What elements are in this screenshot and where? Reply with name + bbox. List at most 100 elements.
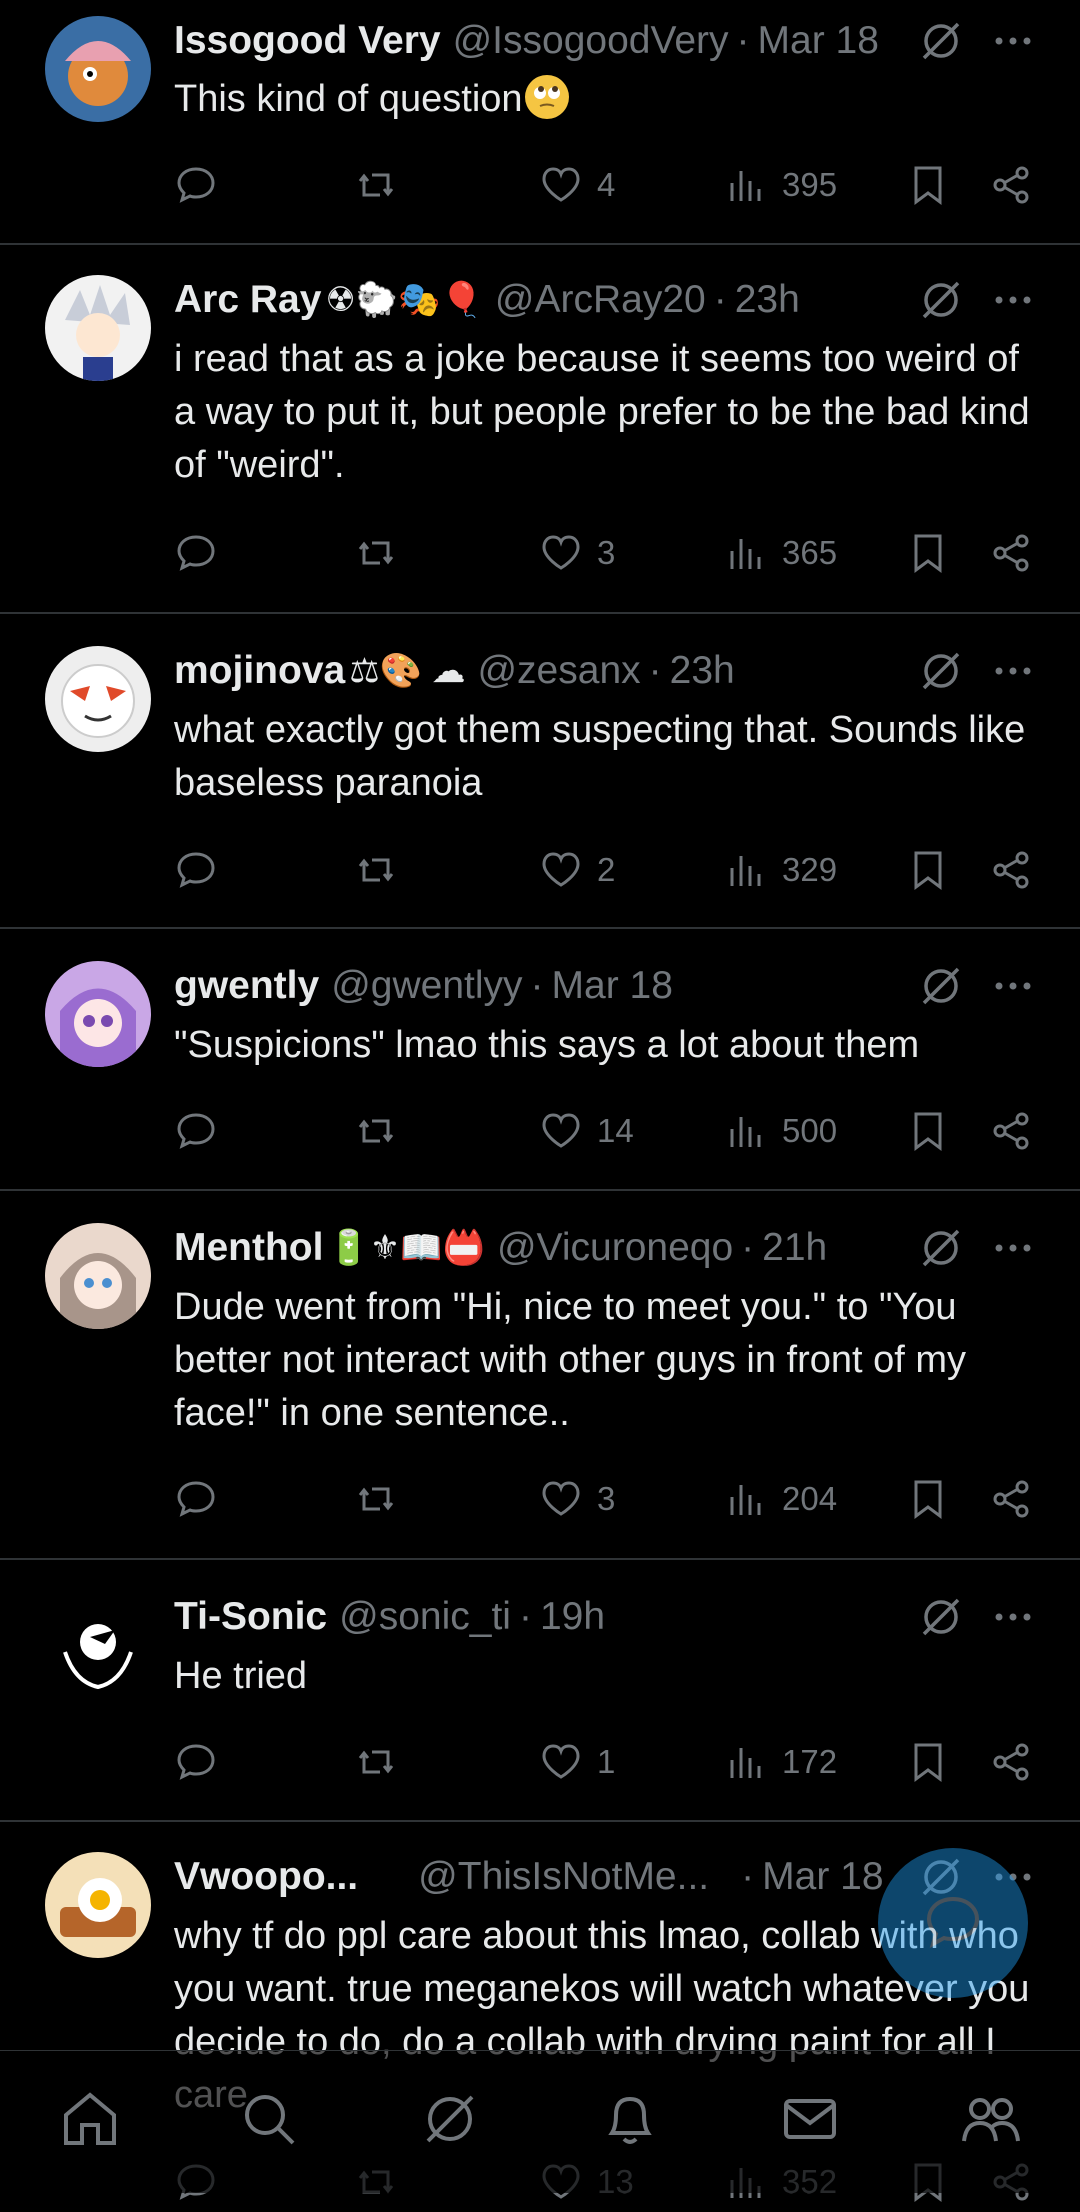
display-name[interactable]: Arc Ray: [174, 278, 321, 322]
handle[interactable]: @zesanx: [477, 649, 640, 693]
views-button[interactable]: 329: [724, 840, 837, 900]
like-button[interactable]: 3: [539, 1469, 615, 1529]
more-icon[interactable]: [990, 648, 1036, 694]
share-button[interactable]: [989, 840, 1047, 900]
bookmark-button[interactable]: [906, 1732, 964, 1792]
repost-button[interactable]: [354, 155, 412, 215]
timestamp[interactable]: 21h: [762, 1226, 827, 1270]
like-button[interactable]: 1: [539, 1732, 615, 1792]
reply-icon: [177, 852, 215, 888]
display-name[interactable]: Issogood Very: [174, 19, 441, 63]
tweet-text: what exactly got them suspecting that. S…: [174, 709, 1026, 804]
tweet-actions: 3 204: [174, 1469, 1044, 1529]
grok-icon[interactable]: [918, 277, 964, 323]
reply-button[interactable]: [174, 1101, 232, 1161]
tweet[interactable]: Arc Ray ☢🐑🎭🎈 @ArcRay20 · 23h i read that…: [0, 245, 1080, 613]
bookmark-button[interactable]: [906, 1469, 964, 1529]
tweet[interactable]: gwently @gwentlyy · Mar 18 "Suspicions" …: [0, 929, 1080, 1189]
avatar[interactable]: [45, 1592, 151, 1698]
avatar[interactable]: [45, 961, 151, 1067]
tweet[interactable]: Menthol 🔋⚜📖📛 @Vicuroneqo · 21h Dude went…: [0, 1191, 1080, 1558]
repost-button[interactable]: [354, 1101, 412, 1161]
reply-button[interactable]: [174, 1732, 232, 1792]
handle[interactable]: @sonic_ti: [339, 1595, 511, 1639]
reply-button[interactable]: [174, 1469, 232, 1529]
tweet[interactable]: Ti-Sonic @sonic_ti · 19h He tried 1 172: [0, 1560, 1080, 1820]
share-button[interactable]: [989, 523, 1047, 583]
like-icon: [542, 852, 580, 887]
like-button[interactable]: 3: [539, 523, 615, 583]
more-icon[interactable]: [990, 963, 1036, 1009]
grok-icon[interactable]: [918, 648, 964, 694]
like-count: 14: [597, 1112, 634, 1149]
compose-reply-button[interactable]: [878, 1848, 1028, 1998]
avatar[interactable]: [45, 1852, 151, 1958]
views-button[interactable]: 365: [724, 523, 837, 583]
grok-icon[interactable]: [918, 1594, 964, 1640]
tweet[interactable]: mojinova ⚖🎨 ☁ @zesanx · 23h what exactly…: [0, 614, 1080, 927]
repost-button[interactable]: [354, 840, 412, 900]
bookmark-button[interactable]: [906, 523, 964, 583]
reply-icon: [926, 1896, 980, 1949]
avatar[interactable]: [45, 646, 151, 752]
display-name[interactable]: mojinova: [174, 649, 345, 693]
view-count: 365: [782, 534, 838, 571]
grok-icon[interactable]: [418, 2087, 482, 2151]
more-icon[interactable]: [990, 1225, 1036, 1271]
grok-icon[interactable]: [918, 18, 964, 64]
grok-icon[interactable]: [918, 1225, 964, 1271]
handle[interactable]: @gwentlyy: [331, 964, 522, 1008]
reply-button[interactable]: [174, 155, 232, 215]
bookmark-icon: [914, 534, 942, 573]
like-button[interactable]: 4: [539, 155, 615, 215]
repost-button[interactable]: [354, 1732, 412, 1792]
reply-button[interactable]: [174, 840, 232, 900]
repost-button[interactable]: [354, 1469, 412, 1529]
home-icon[interactable]: [58, 2087, 122, 2151]
repost-button[interactable]: [354, 523, 412, 583]
tweet[interactable]: Issogood Very @IssogoodVery · Mar 18 Thi…: [0, 0, 1080, 243]
display-name[interactable]: gwently: [174, 964, 319, 1008]
like-button[interactable]: 2: [539, 840, 615, 900]
handle[interactable]: @ArcRay20: [495, 278, 706, 322]
more-icon[interactable]: [990, 18, 1036, 64]
bookmark-button[interactable]: [906, 840, 964, 900]
display-name[interactable]: Menthol: [174, 1226, 323, 1270]
share-button[interactable]: [989, 1469, 1047, 1529]
grok-icon[interactable]: [918, 963, 964, 1009]
handle[interactable]: @IssogoodVery: [453, 19, 729, 63]
like-button[interactable]: 14: [539, 1101, 634, 1161]
timestamp[interactable]: Mar 18: [758, 19, 879, 63]
timestamp[interactable]: 19h: [540, 1595, 605, 1639]
share-button[interactable]: [989, 155, 1047, 215]
share-button[interactable]: [989, 1101, 1047, 1161]
timestamp[interactable]: Mar 18: [552, 964, 673, 1008]
display-name[interactable]: Ti-Sonic: [174, 1595, 327, 1639]
reply-button[interactable]: [174, 523, 232, 583]
handle[interactable]: @Vicuroneqo: [497, 1226, 733, 1270]
more-icon[interactable]: [990, 1594, 1036, 1640]
share-button[interactable]: [989, 1732, 1047, 1792]
timestamp[interactable]: 23h: [670, 649, 735, 693]
avatar[interactable]: [45, 275, 151, 381]
avatar[interactable]: [45, 1223, 151, 1329]
communities-icon[interactable]: [958, 2087, 1022, 2151]
views-button[interactable]: 500: [724, 1101, 837, 1161]
like-icon: [542, 1113, 580, 1148]
views-button[interactable]: 395: [724, 155, 837, 215]
search-icon[interactable]: [237, 2087, 301, 2151]
more-icon[interactable]: [990, 277, 1036, 323]
timestamp[interactable]: 23h: [735, 278, 800, 322]
timestamp[interactable]: Mar 18: [762, 1855, 883, 1899]
bookmark-button[interactable]: [906, 155, 964, 215]
avatar[interactable]: [45, 16, 151, 122]
views-button[interactable]: 172: [724, 1732, 837, 1792]
views-icon: [730, 539, 761, 569]
notifications-icon[interactable]: [598, 2087, 662, 2151]
bookmark-button[interactable]: [906, 1101, 964, 1161]
display-name[interactable]: Vwoopo...: [174, 1855, 358, 1899]
messages-icon[interactable]: [778, 2087, 842, 2151]
repost-icon: [358, 173, 394, 197]
handle[interactable]: @ThisIsNotMe...: [418, 1855, 709, 1899]
views-button[interactable]: 204: [724, 1469, 837, 1529]
